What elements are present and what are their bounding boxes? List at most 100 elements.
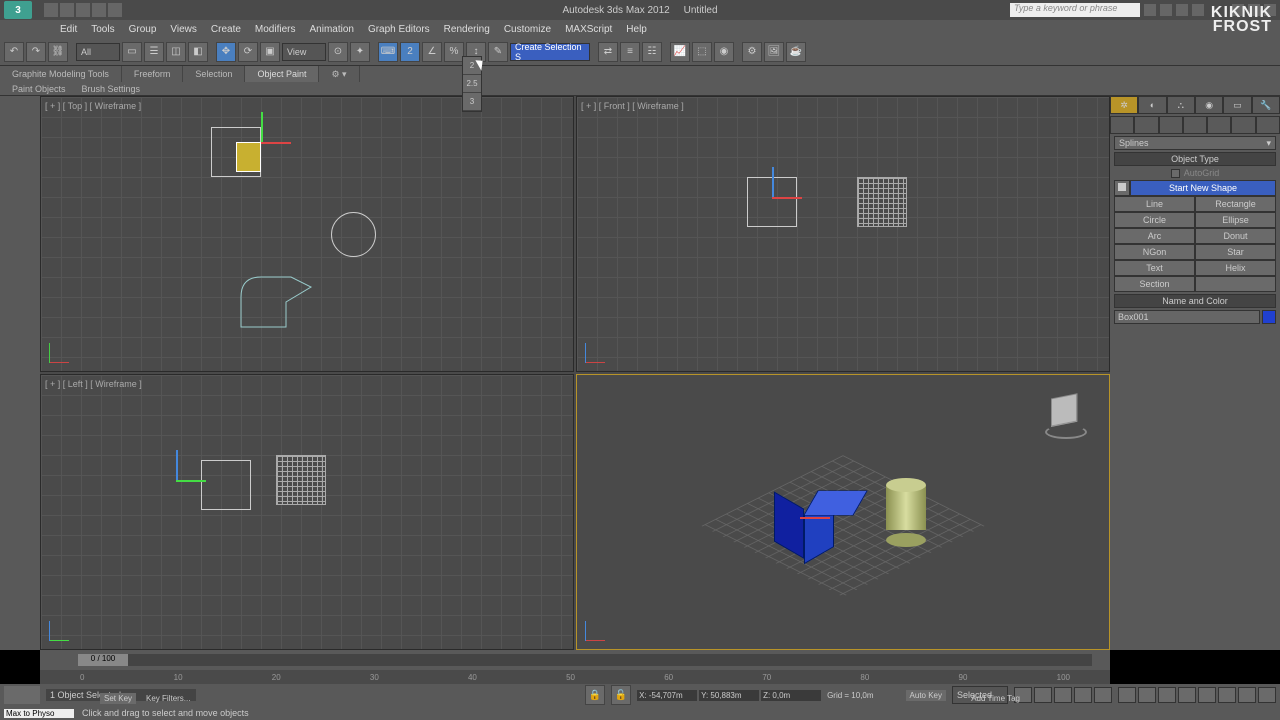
hierarchy-tab-icon[interactable]: ⛬ [1167,96,1195,114]
menu-graph-editors[interactable]: Graph Editors [368,24,430,35]
ribbon-tab-2[interactable]: Selection [183,66,245,82]
qat-redo-icon[interactable] [92,3,106,17]
object-name-input[interactable] [1114,310,1260,324]
app-icon[interactable]: 3 [4,1,32,19]
viewport-label-front[interactable]: [ + ] [ Front ] [ Wireframe ] [581,101,684,111]
create-text-button[interactable]: Text [1114,260,1195,276]
create-rectangle-button[interactable]: Rectangle [1195,196,1276,212]
window-crossing-icon[interactable]: ◧ [188,42,208,62]
utilities-tab-icon[interactable]: 🔧 [1252,96,1280,114]
ribbon-tab-3[interactable]: Object Paint [245,66,319,82]
create-circle-button[interactable]: Circle [1114,212,1195,228]
scene-cylinder[interactable] [886,485,926,540]
menu-animation[interactable]: Animation [309,24,353,35]
viewport-left[interactable]: [ + ] [ Left ] [ Wireframe ] [40,374,574,650]
align-icon[interactable]: ≡ [620,42,640,62]
menu-customize[interactable]: Customize [504,24,551,35]
selection-filter[interactable]: All [76,43,120,61]
subribbon-brush-settings[interactable]: Brush Settings [74,84,149,94]
menu-help[interactable]: Help [626,24,647,35]
help-icon[interactable] [1192,4,1204,16]
time-slider-handle[interactable]: 0 / 100 [78,654,128,666]
create-ellipse-button[interactable]: Ellipse [1195,212,1276,228]
create-section-button[interactable]: Section [1114,276,1195,292]
undo-icon[interactable]: ↶ [4,42,24,62]
infocenter-icon[interactable] [1144,4,1156,16]
viewport-label-left[interactable]: [ + ] [ Left ] [ Wireframe ] [45,379,142,389]
curve-editor-icon[interactable]: 📈 [670,42,690,62]
mirror-icon[interactable]: ⇄ [598,42,618,62]
rollout-name-color[interactable]: Name and Color [1114,294,1276,308]
autogrid-checkbox[interactable] [1171,169,1180,178]
create-donut-button[interactable]: Donut [1195,228,1276,244]
layers-icon[interactable]: ☷ [642,42,662,62]
time-slider[interactable]: 0 / 100 [78,654,1092,666]
viewport-label-top[interactable]: [ + ] [ Top ] [ Wireframe ] [45,101,141,111]
menu-maxscript[interactable]: MAXScript [565,24,612,35]
angle-snap-icon[interactable]: ∠ [422,42,442,62]
pivot-icon[interactable]: ⊙ [328,42,348,62]
start-new-shape-button[interactable]: Start New Shape [1130,180,1276,196]
systems-icon[interactable] [1256,116,1280,134]
redo-icon[interactable]: ↷ [26,42,46,62]
next-frame-icon[interactable] [1074,687,1092,703]
search-input[interactable]: Type a keyword or phrase [1010,3,1140,17]
spacewarps-icon[interactable] [1231,116,1255,134]
schematic-icon[interactable]: ⬚ [692,42,712,62]
scale-icon[interactable]: ▣ [260,42,280,62]
render-setup-icon[interactable]: ⚙ [742,42,762,62]
favorites-icon[interactable] [1176,4,1188,16]
viewcube[interactable] [1049,395,1089,435]
zoom-icon[interactable] [1118,687,1136,703]
lock-selection-icon[interactable] [4,686,40,704]
rollout-object-type[interactable]: Object Type [1114,152,1276,166]
menu-views[interactable]: Views [170,24,197,35]
menu-modifiers[interactable]: Modifiers [255,24,296,35]
select-icon[interactable]: ▭ [122,42,142,62]
menu-create[interactable]: Create [211,24,241,35]
qat-undo-icon[interactable] [76,3,90,17]
material-editor-icon[interactable]: ◉ [714,42,734,62]
modify-tab-icon[interactable]: ◐ [1138,96,1166,114]
scene-box[interactable] [779,498,839,558]
create-arc-button[interactable]: Arc [1114,228,1195,244]
zoom-extents-icon[interactable] [1158,687,1176,703]
menu-group[interactable]: Group [129,24,157,35]
object-color-swatch[interactable] [1262,310,1276,324]
zoom-all-icon[interactable] [1138,687,1156,703]
ribbon-tab-1[interactable]: Freeform [122,66,184,82]
pan-icon[interactable] [1218,687,1236,703]
prev-frame-icon[interactable] [1034,687,1052,703]
qat-open-icon[interactable] [60,3,74,17]
geometry-icon[interactable] [1110,116,1134,134]
keyboard-shortcut-icon[interactable]: ⌨ [378,42,398,62]
subscription-icon[interactable] [1160,4,1172,16]
setkey-button[interactable]: Set Key [100,693,136,704]
maximize-viewport-icon[interactable] [1258,687,1276,703]
percent-snap-icon[interactable]: % [444,42,464,62]
snap-option-2.5[interactable]: 2.5 [463,75,481,93]
category-dropdown[interactable]: Splines▾ [1114,136,1276,150]
maxscript-mini-listener[interactable]: Max to Physo [4,709,74,718]
ribbon-config-icon[interactable]: ⚙ ▾ [319,66,359,82]
link-icon[interactable]: ⛓ [48,42,68,62]
render-icon[interactable]: ☕ [786,42,806,62]
snap-option-3[interactable]: 3 [463,93,481,111]
move-icon[interactable]: ✥ [216,42,236,62]
ref-coord-system[interactable]: View [282,43,326,61]
viewport-top[interactable]: [ + ] [ Top ] [ Wireframe ] [40,96,574,372]
create-star-button[interactable]: Star [1195,244,1276,260]
menu-tools[interactable]: Tools [91,24,114,35]
display-tab-icon[interactable]: ▭ [1223,96,1251,114]
create-line-button[interactable]: Line [1114,196,1195,212]
zoom-extents-all-icon[interactable] [1178,687,1196,703]
create-ngon-button[interactable]: NGon [1114,244,1195,260]
snap-2-icon[interactable]: 2 [400,42,420,62]
edit-named-sel-icon[interactable]: ✎ [488,42,508,62]
ribbon-tab-0[interactable]: Graphite Modeling Tools [0,66,122,82]
manipulate-icon[interactable]: ✦ [350,42,370,62]
render-frame-icon[interactable]: 🖼 [764,42,784,62]
orbit-icon[interactable] [1238,687,1256,703]
shapes-icon[interactable] [1134,116,1158,134]
named-selection-set[interactable]: Create Selection S [510,43,590,61]
